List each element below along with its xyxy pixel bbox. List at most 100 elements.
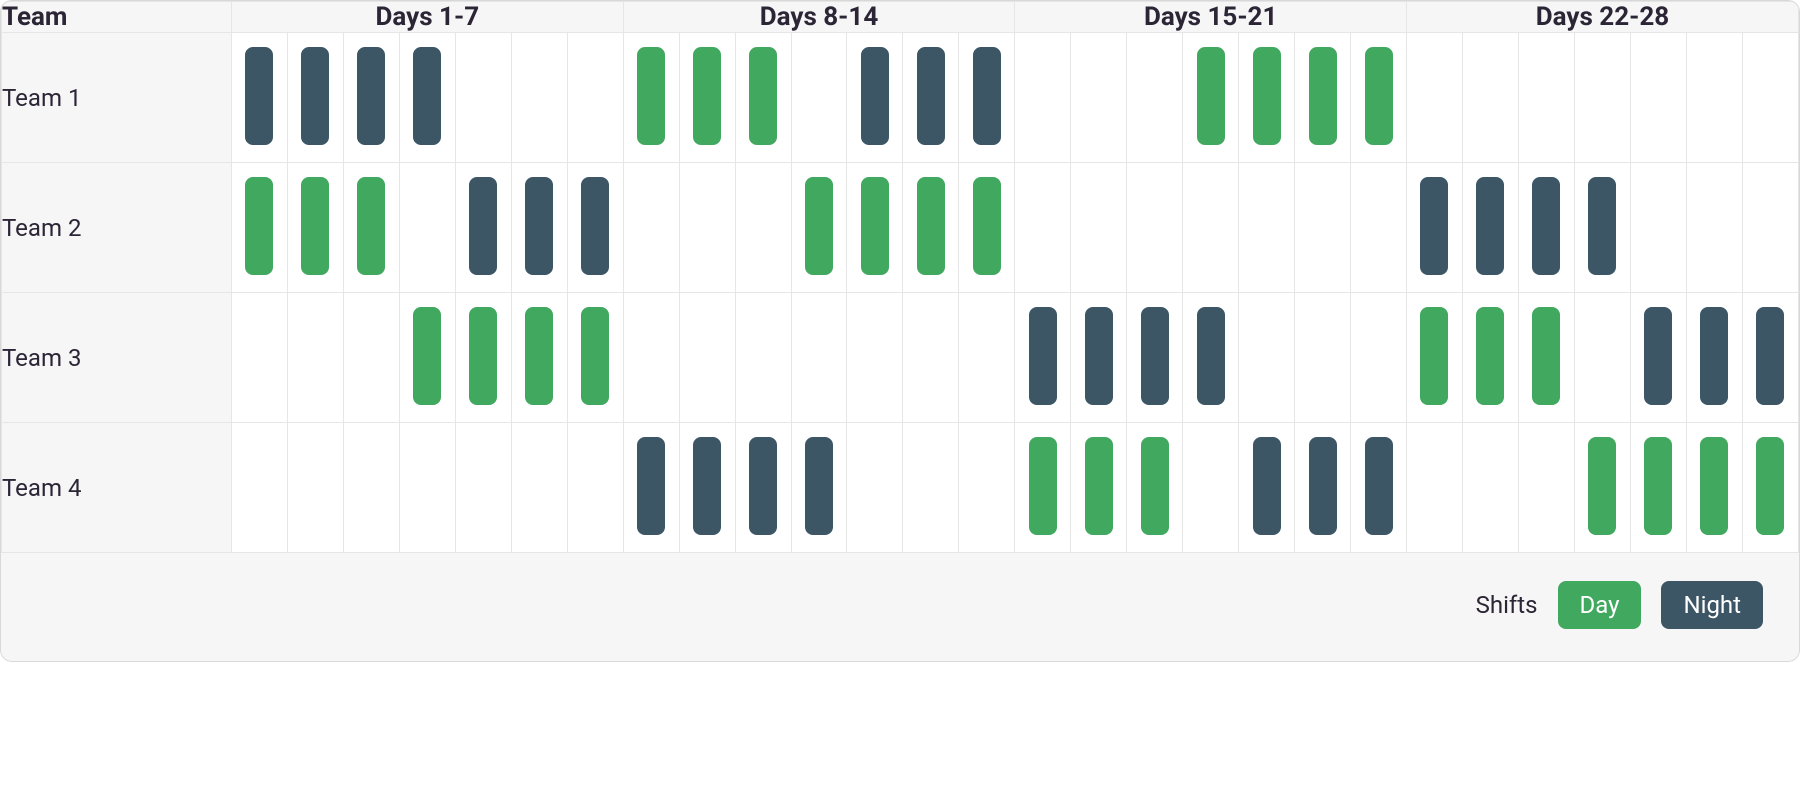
- day-cell: [567, 33, 623, 163]
- day-cell: [1574, 293, 1630, 423]
- night-shift-icon: [805, 437, 833, 535]
- day-cell: [959, 33, 1015, 163]
- day-cell: [1071, 423, 1127, 553]
- night-shift-icon: [749, 437, 777, 535]
- day-cell: [1351, 423, 1407, 553]
- night-shift-icon: [1253, 437, 1281, 535]
- day-cell: [1630, 423, 1686, 553]
- night-shift-icon: [1309, 437, 1337, 535]
- day-shift-icon: [1588, 437, 1616, 535]
- day-cell: [1127, 423, 1183, 553]
- day-cell: [735, 163, 791, 293]
- day-shift-icon: [525, 307, 553, 405]
- night-shift-icon: [245, 47, 273, 145]
- legend: Shifts Day Night: [1, 553, 1799, 661]
- day-cell: [287, 293, 343, 423]
- team-name-cell: Team 3: [2, 293, 232, 423]
- day-cell: [1630, 33, 1686, 163]
- day-cell: [847, 293, 903, 423]
- night-shift-icon: [861, 47, 889, 145]
- header-week-1: Days 1-7: [232, 2, 624, 33]
- day-cell: [343, 423, 399, 553]
- day-cell: [1686, 293, 1742, 423]
- day-cell: [1574, 33, 1630, 163]
- day-cell: [1351, 293, 1407, 423]
- day-cell: [1407, 423, 1463, 553]
- day-cell: [679, 423, 735, 553]
- day-cell: [511, 33, 567, 163]
- day-cell: [1574, 163, 1630, 293]
- day-cell: [1742, 293, 1798, 423]
- night-shift-icon: [637, 437, 665, 535]
- day-cell: [791, 293, 847, 423]
- day-cell: [232, 33, 288, 163]
- day-shift-icon: [1365, 47, 1393, 145]
- day-cell: [1295, 293, 1351, 423]
- night-shift-icon: [301, 47, 329, 145]
- day-cell: [511, 293, 567, 423]
- team-name-cell: Team 1: [2, 33, 232, 163]
- day-cell: [287, 163, 343, 293]
- day-cell: [232, 293, 288, 423]
- night-shift-icon: [1085, 307, 1113, 405]
- day-cell: [1015, 33, 1071, 163]
- day-cell: [343, 293, 399, 423]
- legend-title: Shifts: [1476, 591, 1538, 619]
- day-cell: [1183, 33, 1239, 163]
- day-cell: [1686, 423, 1742, 553]
- day-shift-icon: [1309, 47, 1337, 145]
- day-cell: [511, 163, 567, 293]
- day-cell: [903, 293, 959, 423]
- night-shift-icon: [1588, 177, 1616, 275]
- day-cell: [399, 33, 455, 163]
- day-shift-icon: [917, 177, 945, 275]
- day-cell: [1127, 33, 1183, 163]
- day-cell: [1518, 293, 1574, 423]
- day-cell: [1295, 423, 1351, 553]
- day-cell: [455, 163, 511, 293]
- day-shift-icon: [245, 177, 273, 275]
- day-cell: [623, 33, 679, 163]
- night-shift-icon: [357, 47, 385, 145]
- day-cell: [791, 33, 847, 163]
- night-shift-icon: [1532, 177, 1560, 275]
- night-shift-icon: [1197, 307, 1225, 405]
- day-cell: [959, 163, 1015, 293]
- day-shift-icon: [749, 47, 777, 145]
- day-cell: [567, 163, 623, 293]
- day-cell: [1183, 423, 1239, 553]
- day-shift-icon: [1700, 437, 1728, 535]
- night-shift-icon: [1141, 307, 1169, 405]
- day-cell: [1686, 33, 1742, 163]
- header-row: Team Days 1-7 Days 8-14 Days 15-21 Days …: [2, 2, 1799, 33]
- night-shift-icon: [525, 177, 553, 275]
- table-row: Team 3: [2, 293, 1799, 423]
- day-shift-icon: [1029, 437, 1057, 535]
- day-cell: [287, 33, 343, 163]
- day-shift-icon: [1253, 47, 1281, 145]
- day-cell: [343, 163, 399, 293]
- table-row: Team 1: [2, 33, 1799, 163]
- schedule-panel: Team Days 1-7 Days 8-14 Days 15-21 Days …: [0, 0, 1800, 662]
- day-shift-icon: [693, 47, 721, 145]
- day-cell: [735, 293, 791, 423]
- schedule-table: Team Days 1-7 Days 8-14 Days 15-21 Days …: [1, 1, 1799, 553]
- day-shift-icon: [581, 307, 609, 405]
- day-shift-icon: [861, 177, 889, 275]
- day-cell: [903, 423, 959, 553]
- day-shift-icon: [413, 307, 441, 405]
- day-cell: [791, 423, 847, 553]
- day-cell: [567, 293, 623, 423]
- night-shift-icon: [693, 437, 721, 535]
- day-cell: [1462, 33, 1518, 163]
- night-shift-icon: [1420, 177, 1448, 275]
- day-cell: [1295, 163, 1351, 293]
- day-shift-icon: [973, 177, 1001, 275]
- day-cell: [1239, 163, 1295, 293]
- night-shift-icon: [581, 177, 609, 275]
- day-cell: [1742, 423, 1798, 553]
- day-shift-icon: [469, 307, 497, 405]
- day-cell: [287, 423, 343, 553]
- day-cell: [1127, 293, 1183, 423]
- team-name-cell: Team 2: [2, 163, 232, 293]
